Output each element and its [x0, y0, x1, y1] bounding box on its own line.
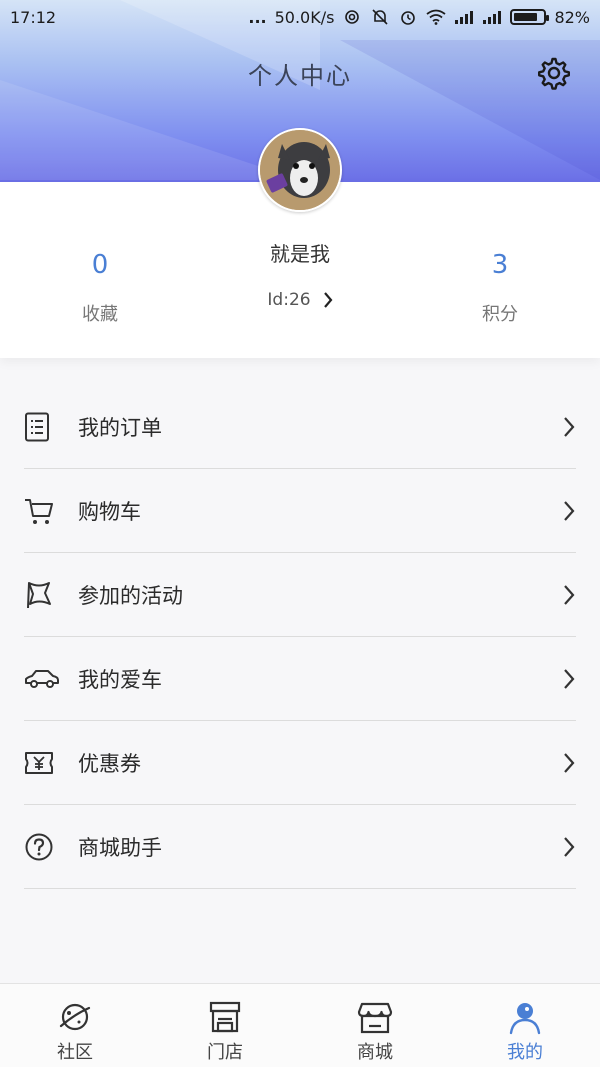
menu-label-my-car: 我的爱车: [78, 667, 162, 692]
battery-percent: 82%: [554, 7, 590, 27]
nav-label-store: 门店: [207, 1042, 243, 1063]
wifi-icon: [426, 8, 446, 26]
user-id-link[interactable]: Id:26: [240, 290, 360, 310]
chevron-right-icon: [564, 669, 575, 689]
menu-item-coupons[interactable]: 优惠券: [24, 721, 576, 805]
chevron-right-icon: [564, 417, 575, 437]
alarm-icon: [398, 8, 418, 26]
status-dots: ...: [248, 7, 267, 27]
signal-icon-2: [482, 8, 502, 26]
nav-item-store[interactable]: 门店: [150, 984, 300, 1067]
user-id: Id:26: [267, 290, 311, 310]
menu-item-activities[interactable]: 参加的活动: [24, 553, 576, 637]
chevron-right-icon: [564, 837, 575, 857]
points-stat[interactable]: 3 积分: [440, 250, 560, 326]
user-nickname: 就是我: [270, 242, 330, 266]
planet-icon: [59, 1003, 91, 1031]
page-title: 个人中心: [248, 62, 352, 90]
chevron-right-icon: [564, 753, 575, 773]
favorites-stat[interactable]: 0 收藏: [40, 250, 160, 326]
cart-icon: [24, 493, 60, 529]
menu-label-orders: 我的订单: [78, 415, 162, 440]
menu-list: 我的订单 购物车 参加的活动 我的爱车 优惠券 商城助手: [0, 385, 600, 889]
points-label: 积分: [482, 304, 518, 325]
car-icon: [24, 661, 60, 697]
shop-icon: [357, 1002, 393, 1034]
bottom-nav: 社区 门店 商城 我的: [0, 983, 600, 1067]
favorites-count: 0: [91, 250, 109, 280]
battery-icon: [510, 9, 550, 25]
favorites-label: 收藏: [82, 304, 118, 325]
chevron-right-icon: [564, 585, 575, 605]
dog-photo: [260, 130, 340, 210]
user-icon: [509, 1003, 541, 1035]
status-time: 17:12: [10, 7, 57, 27]
menu-item-cart[interactable]: 购物车: [24, 469, 576, 553]
avatar[interactable]: [258, 128, 342, 212]
menu-item-my-car[interactable]: 我的爱车: [24, 637, 576, 721]
flag-icon: [24, 577, 60, 613]
menu-label-coupons: 优惠券: [78, 751, 141, 776]
chevron-right-icon: [564, 501, 575, 521]
menu-item-orders[interactable]: 我的订单: [24, 385, 576, 469]
signal-icon: [454, 8, 474, 26]
nav-label-me: 我的: [507, 1042, 543, 1063]
menu-label-activities: 参加的活动: [78, 583, 183, 608]
order-list-icon: [24, 409, 60, 445]
nav-label-community: 社区: [57, 1042, 93, 1063]
sync-icon: [342, 8, 362, 26]
mute-icon: [370, 8, 390, 26]
coupon-icon: [24, 745, 60, 781]
help-icon: [24, 829, 60, 865]
network-speed: 50.0K/s: [274, 7, 335, 27]
status-bar: 17:12 ... 50.0K/s 82%: [0, 0, 600, 34]
settings-button[interactable]: [536, 55, 572, 91]
nav-item-shop[interactable]: 商城: [300, 984, 450, 1067]
nav-item-me[interactable]: 我的: [450, 984, 600, 1067]
points-count: 3: [491, 250, 509, 280]
menu-label-help: 商城助手: [78, 835, 162, 860]
nav-label-shop: 商城: [357, 1042, 393, 1063]
nav-item-community[interactable]: 社区: [0, 984, 150, 1067]
menu-item-help[interactable]: 商城助手: [24, 805, 576, 889]
menu-label-cart: 购物车: [78, 499, 141, 524]
gear-icon: [538, 57, 570, 90]
store-icon: [209, 1001, 241, 1033]
chevron-right-icon: [323, 292, 333, 308]
